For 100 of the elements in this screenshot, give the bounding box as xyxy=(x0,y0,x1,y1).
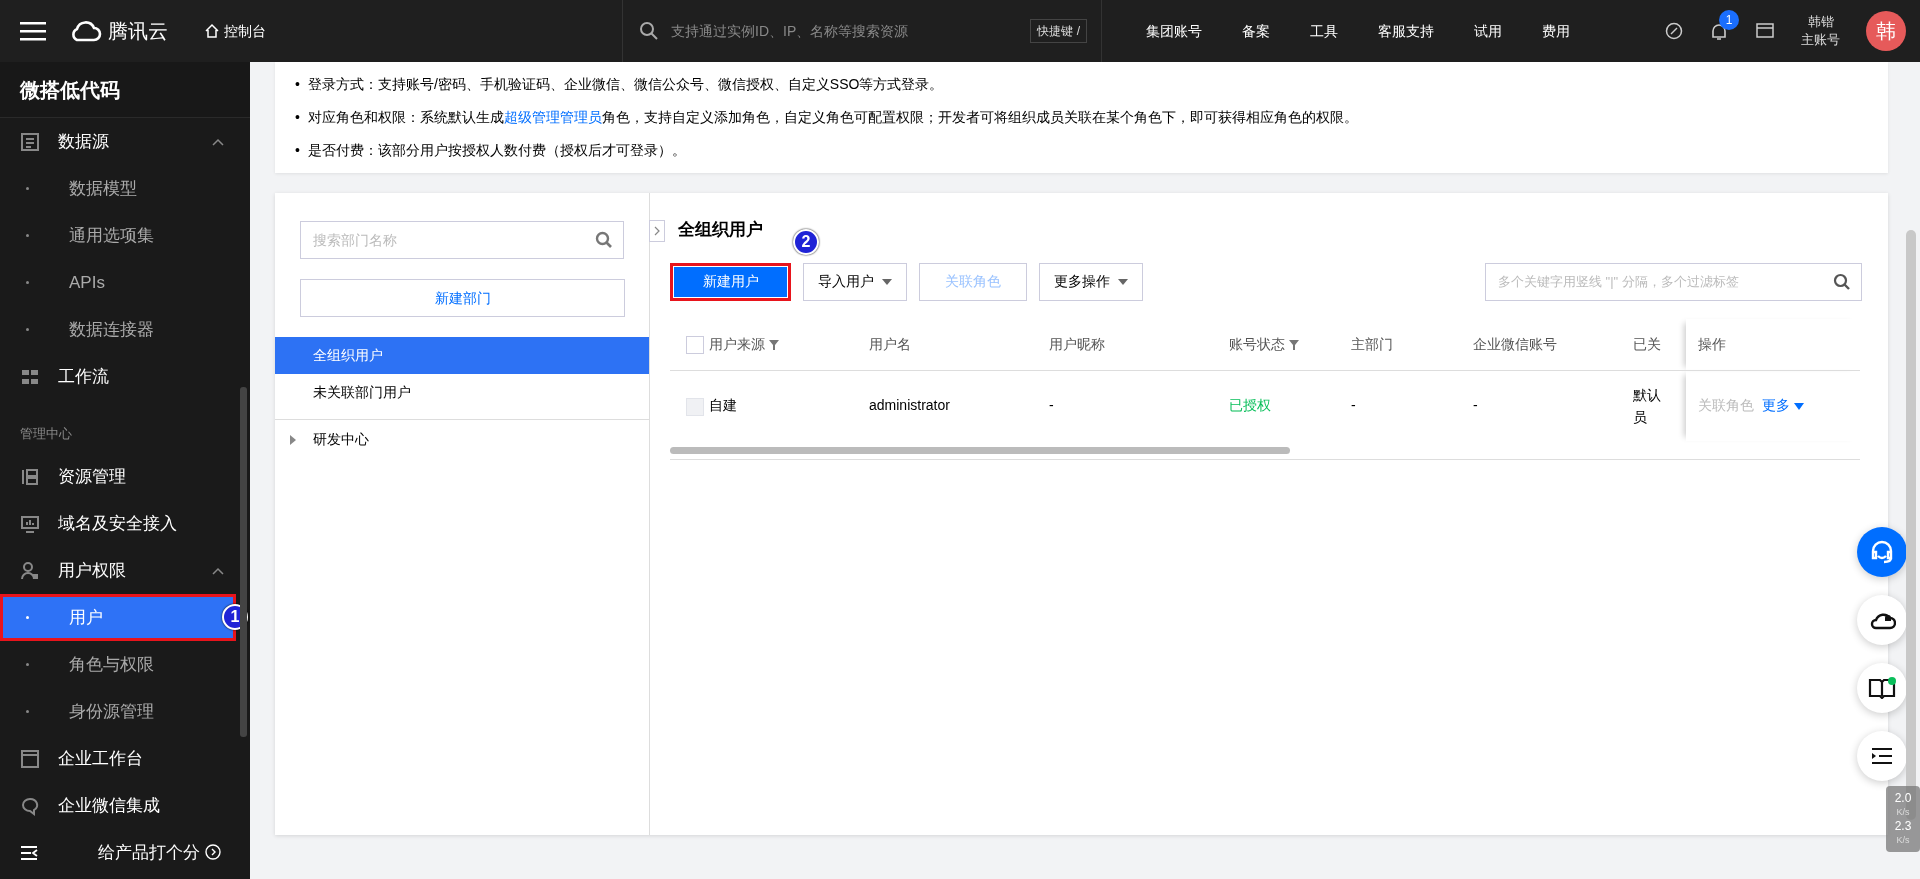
callout-number: 2 xyxy=(793,228,819,255)
admin-role-link[interactable]: 超级管理管理员 xyxy=(503,109,602,125)
expand-panel-toggle[interactable] xyxy=(649,220,665,242)
avatar[interactable]: 韩 xyxy=(1866,11,1906,51)
sidebar-item-label: 数据连接器 xyxy=(69,318,154,341)
info-text: 是否付费：该部分用户按授权人数付费（授权后才可登录）。 xyxy=(307,141,686,160)
sidebar-subitem[interactable]: 通用选项集 xyxy=(0,212,236,259)
menu-item-icon xyxy=(20,513,40,534)
new-department-button[interactable]: 新建部门 xyxy=(300,279,625,317)
menu-item-icon xyxy=(20,560,40,581)
status-text: 已授权 xyxy=(1229,397,1271,414)
caret-icon xyxy=(1793,403,1804,411)
sidebar-item[interactable]: 数据源 xyxy=(0,118,236,165)
speed-unit: K/s xyxy=(1896,806,1910,819)
sidebar-item-label: 企业工作台 xyxy=(58,747,143,770)
bullet-mark: • xyxy=(295,108,300,127)
expand-arrow-icon[interactable] xyxy=(289,434,297,445)
user-name[interactable]: 韩锴 xyxy=(1801,13,1840,31)
rate-product-link[interactable]: 给产品打个分 xyxy=(98,840,221,866)
section-label: 管理中心 xyxy=(19,424,73,443)
sidebar-item-label: 通用选项集 xyxy=(69,224,154,247)
menu-icon[interactable] xyxy=(20,20,46,42)
nav-link[interactable]: 集团账号 xyxy=(1126,20,1222,42)
logo-text[interactable]: 腾讯云 xyxy=(108,16,168,46)
dropdown-button[interactable]: 导入用户 xyxy=(803,262,907,301)
search-icon[interactable] xyxy=(639,21,659,41)
column-header: 用户来源 xyxy=(709,335,765,352)
column-header: 用户昵称 xyxy=(1049,335,1105,352)
menu-item-icon xyxy=(20,466,40,487)
sidebar-item-label: 工作流 xyxy=(58,365,109,388)
department-tree-item[interactable]: 研发中心 xyxy=(313,429,369,450)
search-box[interactable]: 多个关键字用竖线 "|" 分隔，多个过滤标签 xyxy=(1485,262,1862,301)
filter-icon[interactable] xyxy=(768,340,779,351)
filter-icon[interactable] xyxy=(1288,340,1299,351)
upload-speed: 2.0 xyxy=(1894,791,1912,805)
docs-button[interactable] xyxy=(1857,663,1907,713)
bullet-mark: • xyxy=(295,75,300,94)
horizontal-scrollbar[interactable] xyxy=(670,446,1290,454)
nav-link[interactable]: 备案 xyxy=(1222,20,1290,42)
sidebar-item[interactable]: 资源管理 xyxy=(0,453,236,500)
sidebar-item[interactable]: 工作流 xyxy=(0,353,236,400)
department-item[interactable]: 全组织用户 xyxy=(275,337,649,374)
download-speed: 2.3 xyxy=(1894,819,1912,833)
sidebar-item-label: 身份源管理 xyxy=(69,700,154,723)
sidebar-subitem[interactable]: 数据连接器 xyxy=(0,306,236,353)
sidebar-item-label: 数据模型 xyxy=(69,177,137,200)
notification-badge: 1 xyxy=(1719,10,1739,31)
table-cell: - xyxy=(1049,397,1054,414)
row-checkbox[interactable] xyxy=(686,397,704,416)
sidebar-item[interactable]: 企业工作台 xyxy=(0,735,236,782)
sidebar-item-label: 用户权限 xyxy=(58,559,126,582)
user-role: 主账号 xyxy=(1801,31,1840,49)
sidebar-subitem[interactable]: 数据模型 xyxy=(0,165,236,212)
sidebar-item-label: 数据源 xyxy=(58,130,109,153)
sidebar-item[interactable]: 企业微信集成 xyxy=(0,782,236,827)
collapse-menu-icon[interactable] xyxy=(20,845,38,861)
headset-icon xyxy=(1869,539,1895,565)
menu-item-icon xyxy=(20,131,40,152)
table-cell: administrator xyxy=(869,397,950,414)
settings-panel-icon[interactable] xyxy=(1755,21,1775,41)
search-icon[interactable] xyxy=(595,231,613,249)
dropdown-button[interactable]: 更多操作 xyxy=(1039,262,1143,301)
sidebar-item[interactable]: 用户权限 xyxy=(0,547,236,594)
link-circle-icon[interactable] xyxy=(1665,22,1683,40)
new-user-button[interactable]: 新建用户 xyxy=(670,262,791,301)
menu-item-icon xyxy=(20,795,40,816)
sidebar-item-label: 企业微信集成 xyxy=(58,794,160,817)
cloud-alert-button[interactable] xyxy=(1857,595,1907,645)
sidebar-subitem[interactable]: APIs xyxy=(0,259,236,306)
outline-button[interactable] xyxy=(1857,731,1907,781)
sidebar-subitem[interactable]: 角色与权限 xyxy=(0,641,236,688)
table-cell-text: 默认员 xyxy=(1633,385,1662,427)
column-header: 用户名 xyxy=(869,335,911,352)
column-header: 账号状态 xyxy=(1229,335,1285,352)
chevron-right-icon xyxy=(654,226,660,236)
nav-link[interactable]: 试用 xyxy=(1454,20,1522,42)
resource-search-field[interactable]: 支持通过实例ID、IP、名称等搜索资源 xyxy=(669,19,1021,43)
info-text: 登录方式：支持账号/密码、手机验证码、企业微信、微信公众号、微信授权、自定义SSO等方式登录。 xyxy=(307,75,944,94)
scrollbar[interactable] xyxy=(240,387,247,737)
support-button[interactable] xyxy=(1857,527,1907,577)
info-text: 对应角色和权限：系统默认生成超级管理管理员角色，支持自定义添加角色，自定义角色可配置权限；开发者可将组织成员关联在某个角色下，即可获得相应角色的权限。 xyxy=(307,108,1358,127)
collapse-caret-icon[interactable] xyxy=(212,566,224,575)
nav-link[interactable]: 工具 xyxy=(1290,20,1358,42)
department-item[interactable]: 未关联部门用户 xyxy=(275,374,649,411)
nav-link[interactable]: 客服支持 xyxy=(1358,20,1454,42)
caret-icon xyxy=(882,278,892,285)
search-box[interactable]: 搜索部门名称 xyxy=(300,221,624,259)
collapse-caret-icon[interactable] xyxy=(212,137,224,146)
sidebar-item[interactable]: 域名及安全接入 xyxy=(0,500,236,547)
action-link[interactable]: 更多 xyxy=(1762,395,1804,417)
console-link[interactable]: 控制台 xyxy=(204,20,266,42)
select-all-checkbox[interactable] xyxy=(686,336,704,355)
sidebar-subitem[interactable]: 身份源管理 xyxy=(0,688,236,735)
nav-link[interactable]: 费用 xyxy=(1522,20,1590,42)
column-header: 企业微信账号 xyxy=(1473,335,1557,352)
search-icon[interactable] xyxy=(1833,272,1851,291)
caret-icon xyxy=(1118,278,1128,285)
sidebar-item-label: 角色与权限 xyxy=(69,653,154,676)
sidebar-item-label: APIs xyxy=(69,271,105,294)
column-header: 已关 xyxy=(1633,335,1661,352)
